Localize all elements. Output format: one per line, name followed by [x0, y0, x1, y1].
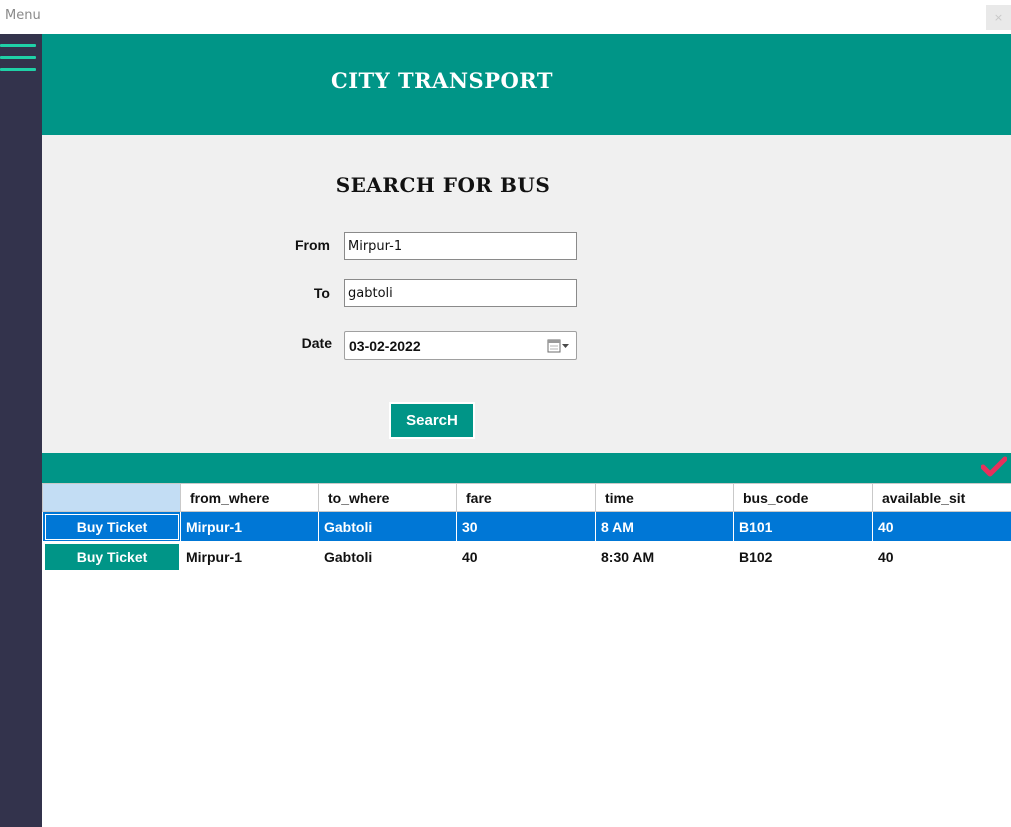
column-header-to-where[interactable]: to_where — [318, 483, 457, 512]
app-title: CITY TRANSPORT — [331, 68, 553, 93]
cell-available-sit[interactable]: 40 — [872, 511, 1011, 542]
menu-line — [0, 68, 36, 71]
from-label: From — [295, 237, 330, 253]
title-bar: Menu × — [0, 0, 1011, 34]
cell-time[interactable]: 8 AM — [595, 511, 734, 542]
cell-from-where[interactable]: Mirpur-1 — [180, 511, 319, 542]
column-header-corner — [42, 483, 181, 512]
date-value: 03-02-2022 — [349, 338, 421, 354]
cell-available-sit[interactable]: 40 — [872, 541, 1011, 572]
cell-time[interactable]: 8:30 AM — [595, 541, 734, 572]
cell-bus-code[interactable]: B102 — [733, 541, 873, 572]
window-title: Menu — [5, 8, 41, 23]
hamburger-menu-icon[interactable] — [0, 44, 36, 76]
header-banner: CITY TRANSPORT — [42, 34, 1011, 135]
bus-results-table: from_where to_where fare time bus_code a… — [42, 483, 1011, 572]
column-header-bus-code[interactable]: bus_code — [733, 483, 873, 512]
results-toolbar — [42, 453, 1011, 483]
cell-to-where[interactable]: Gabtoli — [318, 541, 457, 572]
search-panel: SEARCH FOR BUS From To Date 03-02-2022 S… — [42, 135, 1011, 453]
buy-ticket-button[interactable]: Buy Ticket — [45, 543, 179, 570]
cell-bus-code[interactable]: B101 — [733, 511, 873, 542]
cell-fare[interactable]: 30 — [456, 511, 596, 542]
cell-to-where[interactable]: Gabtoli — [318, 511, 457, 542]
date-picker[interactable]: 03-02-2022 — [344, 331, 577, 360]
to-label: To — [313, 285, 330, 301]
sidebar — [0, 34, 42, 827]
search-title: SEARCH FOR BUS — [335, 173, 551, 197]
column-header-fare[interactable]: fare — [456, 483, 596, 512]
button-cell: Buy Ticket — [42, 511, 181, 542]
table-row[interactable]: Buy Ticket Mirpur-1 Gabtoli 40 8:30 AM B… — [42, 541, 1011, 572]
buy-ticket-button[interactable]: Buy Ticket — [45, 513, 179, 540]
date-label: Date — [301, 335, 332, 351]
button-cell: Buy Ticket — [42, 541, 181, 572]
table-row[interactable]: Buy Ticket Mirpur-1 Gabtoli 30 8 AM B101… — [42, 511, 1011, 542]
close-button[interactable]: × — [986, 5, 1011, 30]
checkmark-icon[interactable] — [981, 456, 1007, 478]
table-header-row: from_where to_where fare time bus_code a… — [42, 483, 1011, 512]
column-header-from-where[interactable]: from_where — [180, 483, 319, 512]
calendar-dropdown-icon[interactable] — [547, 338, 571, 354]
menu-line — [0, 56, 36, 59]
cell-fare[interactable]: 40 — [456, 541, 596, 572]
app-window: Menu × CITY TRANSPORT SEARCH FOR BUS Fro… — [0, 0, 1011, 827]
cell-from-where[interactable]: Mirpur-1 — [180, 541, 319, 572]
menu-line — [0, 44, 36, 47]
to-input[interactable] — [344, 279, 577, 307]
column-header-time[interactable]: time — [595, 483, 734, 512]
search-button[interactable]: SearcH — [389, 402, 475, 439]
from-input[interactable] — [344, 232, 577, 260]
column-header-available-sit[interactable]: available_sit — [872, 483, 1011, 512]
